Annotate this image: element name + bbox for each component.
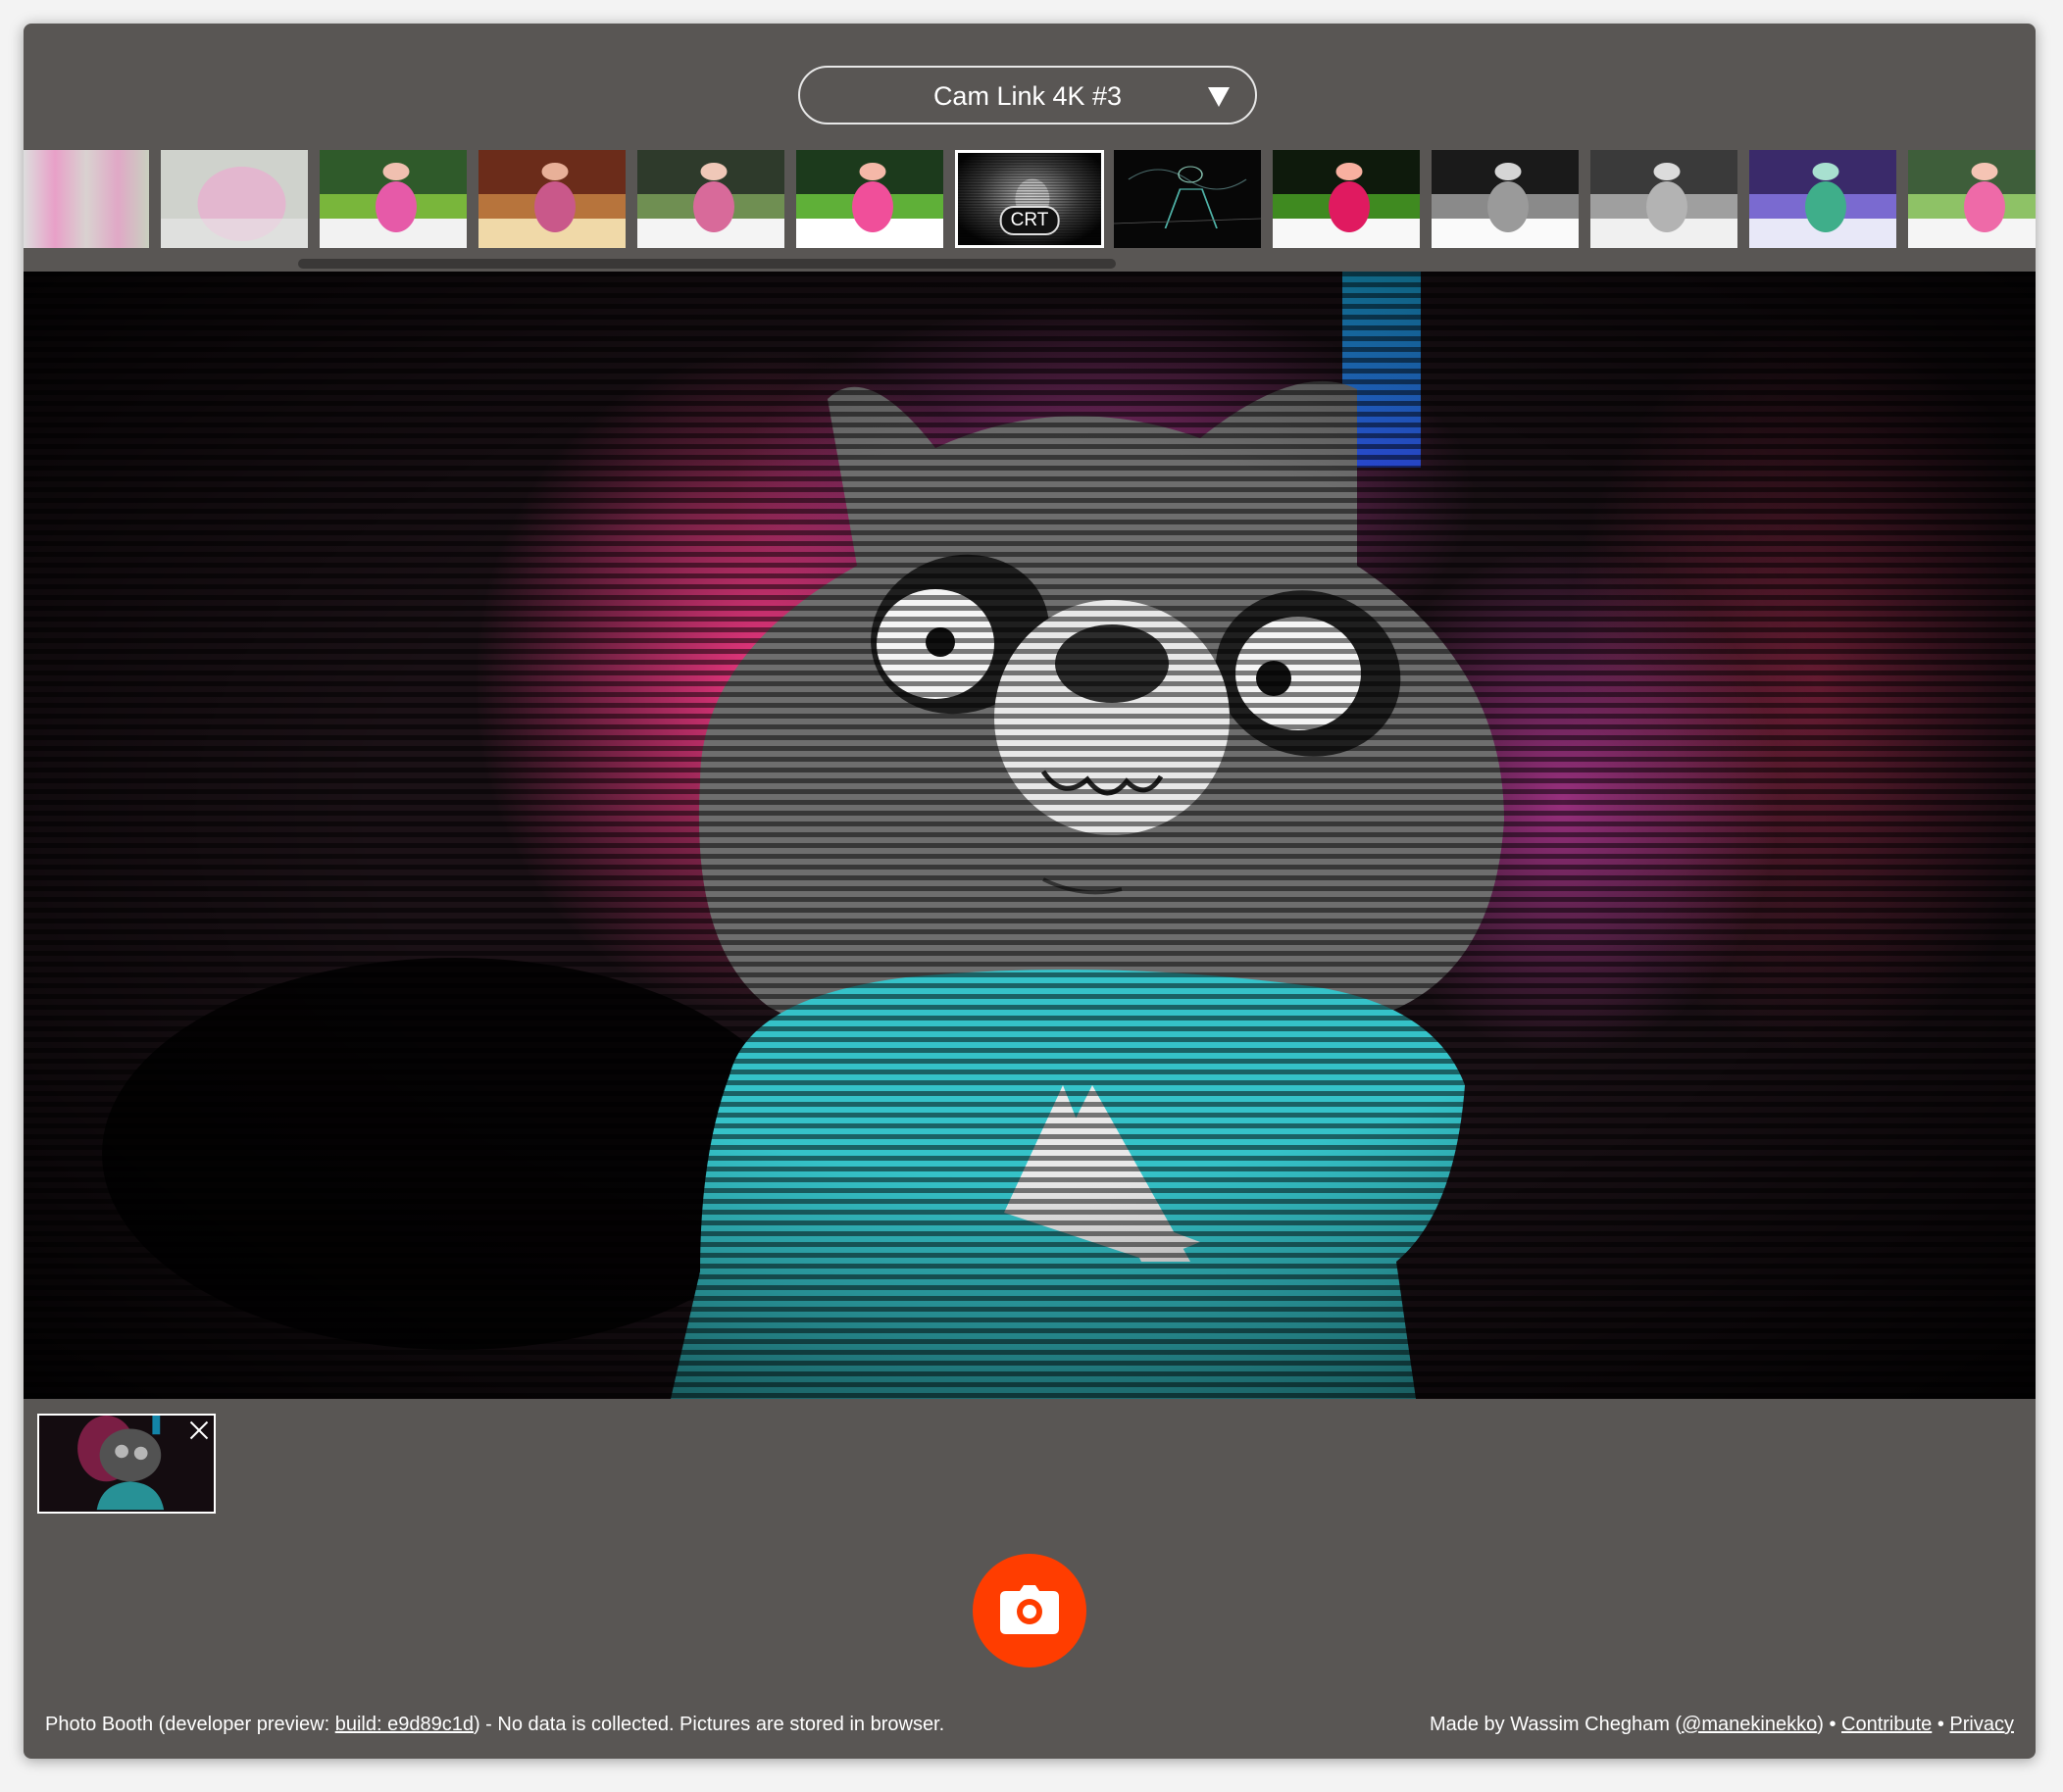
footer-separator: •	[1932, 1714, 1950, 1735]
camera-icon	[1000, 1585, 1059, 1634]
filter-label: CRT	[999, 206, 1060, 235]
chevron-down-icon	[1208, 87, 1230, 107]
author-link[interactable]: @manekinekko	[1682, 1714, 1817, 1735]
filter-thumbnail[interactable]	[24, 150, 149, 248]
filter-thumbnail[interactable]	[320, 150, 467, 248]
filter-thumbnail[interactable]	[1908, 150, 2036, 248]
filter-thumbnail[interactable]	[1590, 150, 1737, 248]
camera-preview	[24, 272, 2036, 1399]
footer-right: Made by Wassim Chegham (@manekinekko) • …	[1430, 1714, 2014, 1736]
privacy-link[interactable]: Privacy	[1949, 1714, 2014, 1735]
filter-thumbnail[interactable]	[637, 150, 784, 248]
camera-select[interactable]: Cam Link 4K #3	[798, 66, 1257, 124]
build-link[interactable]: build: e9d89c1d	[335, 1714, 474, 1735]
filter-thumbnail[interactable]	[1114, 150, 1261, 248]
app-name: Photo Booth (developer preview:	[45, 1714, 335, 1735]
photo-booth-app: Cam Link 4K #3 CRT Photo Booth (develope…	[24, 24, 2036, 1759]
filter-strip: CRT	[24, 150, 2036, 250]
contribute-link[interactable]: Contribute	[1841, 1714, 1932, 1735]
filter-thumbnail[interactable]	[1432, 150, 1579, 248]
footer: Photo Booth (developer preview: build: e…	[24, 1714, 2036, 1743]
filter-thumbnail[interactable]	[1749, 150, 1896, 248]
footer-left: Photo Booth (developer preview: build: e…	[45, 1714, 944, 1736]
gallery-photo[interactable]	[37, 1414, 216, 1514]
filter-thumbnail[interactable]	[161, 150, 308, 248]
filter-thumbnail[interactable]	[478, 150, 626, 248]
filter-thumbnail[interactable]	[1273, 150, 1420, 248]
filter-strip-scrollbar[interactable]	[298, 259, 1116, 269]
close-icon[interactable]	[186, 1418, 212, 1443]
camera-select-label: Cam Link 4K #3	[932, 81, 1123, 111]
filter-thumbnail-selected[interactable]: CRT	[955, 150, 1104, 248]
made-by-text: Made by Wassim Chegham (	[1429, 1714, 1683, 1735]
privacy-notice: ) - No data is collected. Pictures are s…	[473, 1714, 945, 1735]
capture-button[interactable]	[973, 1554, 1086, 1668]
footer-separator: ) •	[1817, 1714, 1842, 1735]
filter-thumbnail[interactable]	[796, 150, 943, 248]
